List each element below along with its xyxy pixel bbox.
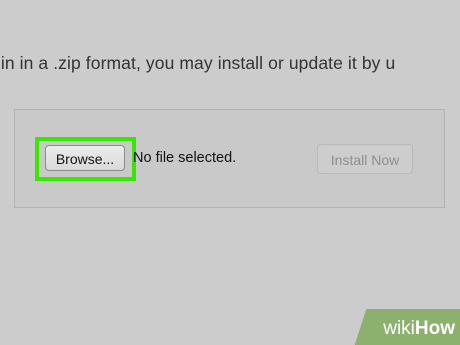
wikihow-logo-icon: wikiHow bbox=[383, 319, 455, 338]
instruction-text: gin in a .zip format, you may install or… bbox=[0, 53, 460, 74]
browse-button[interactable]: Browse... bbox=[45, 145, 125, 171]
install-now-button[interactable]: Install Now bbox=[317, 144, 413, 174]
watermark-how: How bbox=[414, 318, 455, 339]
file-status-label: No file selected. bbox=[133, 150, 237, 166]
watermark-wiki: wiki bbox=[383, 318, 415, 339]
wikihow-watermark: wikiHow bbox=[354, 309, 460, 345]
instruction-text-content: gin in a .zip format, you may install or… bbox=[0, 53, 396, 73]
